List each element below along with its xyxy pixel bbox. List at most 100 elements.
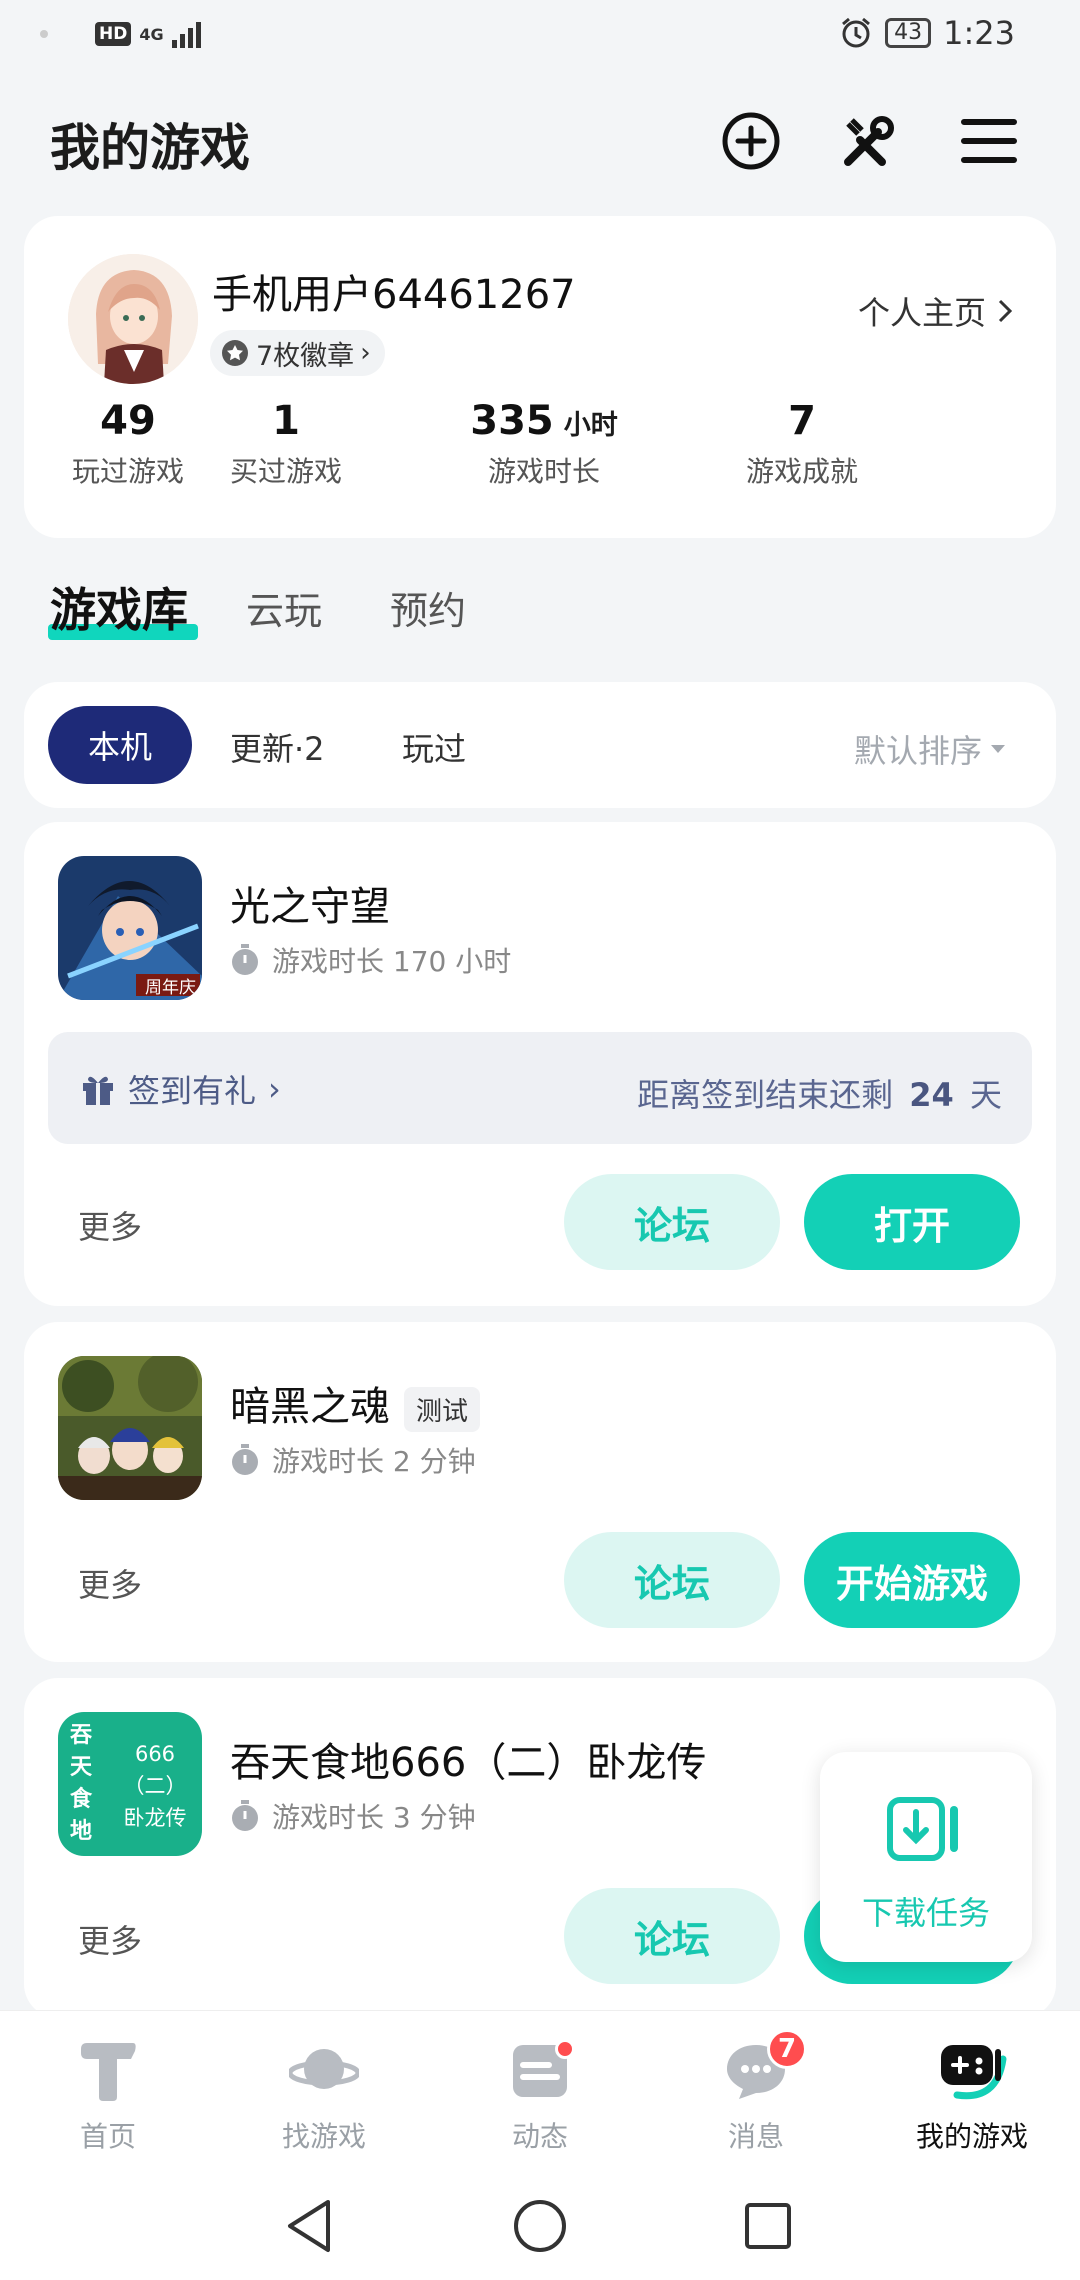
stat-value: 1: [272, 398, 300, 444]
back-icon[interactable]: [284, 2198, 334, 2254]
forum-button[interactable]: 论坛: [564, 1532, 780, 1628]
username: 手机用户64461267: [212, 272, 576, 318]
signin-label: 签到有礼: [128, 1072, 257, 1110]
stat-value: 7: [788, 398, 816, 444]
nav-label: 消息: [727, 2120, 784, 2153]
bottom-nav: 首页 找游戏 动态 7 消息 我的游戏: [0, 2010, 1080, 2170]
caret-down-icon: [991, 745, 1005, 753]
stat-label: 游戏时长: [487, 455, 600, 488]
stopwatch-icon: [232, 1800, 258, 1831]
filter-updates[interactable]: 更新·2: [230, 724, 325, 770]
start-game-button[interactable]: 开始游戏: [804, 1532, 1020, 1628]
nav-my-games[interactable]: 我的游戏: [872, 2039, 1072, 2155]
stat-playtime[interactable]: 335 小时 游戏时长: [434, 398, 654, 490]
clock: 1:23: [943, 14, 1015, 52]
forum-button[interactable]: 论坛: [564, 1174, 780, 1270]
stat-unit: 小时: [563, 410, 618, 441]
stat-label: 游戏成就: [745, 455, 858, 488]
playtime: 游戏时长 170 小时: [230, 940, 511, 980]
playtime-text: 游戏时长 170 小时: [272, 945, 512, 978]
game-icon[interactable]: 吞天食地 666 （二） 卧龙传: [58, 1712, 202, 1856]
filter-played[interactable]: 玩过: [402, 724, 466, 770]
hd-icon: HD: [95, 22, 132, 46]
signin-banner[interactable]: 签到有礼 › 距离签到结束还剩 24 天: [48, 1032, 1032, 1144]
nav-messages[interactable]: 7 消息: [656, 2029, 856, 2155]
home-icon: [81, 2043, 136, 2101]
signin-left: 签到有礼 ›: [80, 1066, 281, 1112]
nav-discover[interactable]: 找游戏: [224, 2039, 424, 2155]
tab-cloud[interactable]: 云玩: [246, 580, 322, 635]
filter-bar: 本机 更新·2 玩过 默认排序: [24, 682, 1056, 808]
stat-value: 49: [100, 398, 156, 444]
menu-icon[interactable]: [956, 108, 1022, 174]
homepage-label: 个人主页: [857, 294, 986, 332]
icon-caption: 周年庆: [145, 978, 196, 998]
nav-label: 动态: [511, 2120, 568, 2153]
more-button[interactable]: 更多: [78, 1916, 142, 1962]
stopwatch-icon: [232, 944, 258, 975]
sort-label: 默认排序: [853, 732, 982, 770]
tab-library[interactable]: 游戏库: [50, 574, 188, 640]
profile-card: 手机用户64461267 7枚徽章 › 个人主页 49 玩过游戏 1 买过游戏 …: [24, 216, 1056, 538]
stat-achievements[interactable]: 7 游戏成就: [692, 398, 912, 490]
download-tasks-button[interactable]: 下载任务: [820, 1752, 1032, 1962]
recent-apps-icon[interactable]: [744, 2202, 792, 2250]
countdown-days: 24: [909, 1076, 954, 1114]
signal-icon: [171, 20, 201, 48]
badge-count: 7枚徽章: [256, 340, 355, 372]
planet-icon: [287, 2049, 361, 2089]
notification-dot: [40, 30, 48, 38]
game-name[interactable]: 暗黑之魂: [230, 1384, 390, 1430]
status-left: HD 4G: [95, 20, 201, 48]
medal-icon: [222, 340, 248, 366]
game-card: 暗黑之魂 测试 游戏时长 2 分钟 更多 论坛 开始游戏: [24, 1322, 1056, 1662]
homepage-link[interactable]: 个人主页: [858, 288, 1014, 334]
stopwatch-icon: [232, 1444, 258, 1475]
chevron-right-icon: ›: [268, 1070, 281, 1108]
more-button[interactable]: 更多: [78, 1560, 142, 1606]
chevron-right-icon: [998, 299, 1013, 323]
download-tasks-label: 下载任务: [861, 1894, 990, 1932]
message-badge: 7: [767, 2029, 807, 2069]
tab-reserve[interactable]: 预约: [390, 580, 466, 635]
stat-bought[interactable]: 1 买过游戏: [176, 398, 396, 490]
countdown-prefix: 距离签到结束还剩: [637, 1076, 894, 1114]
playtime: 游戏时长 2 分钟: [230, 1440, 476, 1480]
nav-feed[interactable]: 动态: [440, 2039, 640, 2155]
countdown-suffix: 天: [969, 1076, 1002, 1114]
open-button[interactable]: 打开: [804, 1174, 1020, 1270]
system-nav-bar: [0, 2170, 1080, 2280]
tools-icon[interactable]: [836, 108, 902, 174]
playtime: 游戏时长 3 分钟: [230, 1796, 476, 1836]
notification-dot: [555, 2039, 575, 2059]
icon-text-left: 吞天食地: [70, 1723, 93, 1844]
game-name[interactable]: 吞天食地666（二）卧龙传: [230, 1730, 706, 1788]
game-icon[interactable]: 周年庆: [58, 856, 202, 1000]
stat-value: 335: [470, 398, 554, 444]
stat-label: 买过游戏: [229, 455, 342, 488]
filter-local[interactable]: 本机: [48, 706, 192, 784]
more-button[interactable]: 更多: [78, 1202, 142, 1248]
icon-text-right: 666 （二） 卧龙传: [123, 1742, 187, 1830]
gift-icon: [83, 1076, 113, 1105]
signin-countdown: 距离签到结束还剩 24 天: [637, 1070, 1002, 1116]
home-circle-icon[interactable]: [512, 2198, 568, 2254]
playtime-text: 游戏时长 2 分钟: [272, 1445, 476, 1478]
test-tag: 测试: [404, 1386, 481, 1432]
playtime-text: 游戏时长 3 分钟: [272, 1801, 476, 1834]
game-name-row: 暗黑之魂 测试: [230, 1374, 481, 1432]
game-name[interactable]: 光之守望: [230, 874, 390, 932]
nav-label: 首页: [79, 2120, 136, 2153]
add-circle-icon[interactable]: [718, 108, 784, 174]
nav-home[interactable]: 首页: [8, 2039, 208, 2155]
nav-label: 我的游戏: [915, 2120, 1028, 2153]
forum-button[interactable]: 论坛: [564, 1888, 780, 1984]
sort-dropdown[interactable]: 默认排序: [854, 726, 1006, 772]
game-icon[interactable]: [58, 1356, 202, 1500]
download-icon: [887, 1797, 958, 1861]
status-right: 43 1:23: [839, 14, 1015, 52]
badge-chip[interactable]: 7枚徽章 ›: [210, 330, 385, 376]
game-card: 周年庆 光之守望 游戏时长 170 小时 签到有礼 › 距离签到结束还剩 24 …: [24, 822, 1056, 1306]
avatar[interactable]: [68, 254, 198, 384]
alarm-icon: [842, 17, 871, 48]
